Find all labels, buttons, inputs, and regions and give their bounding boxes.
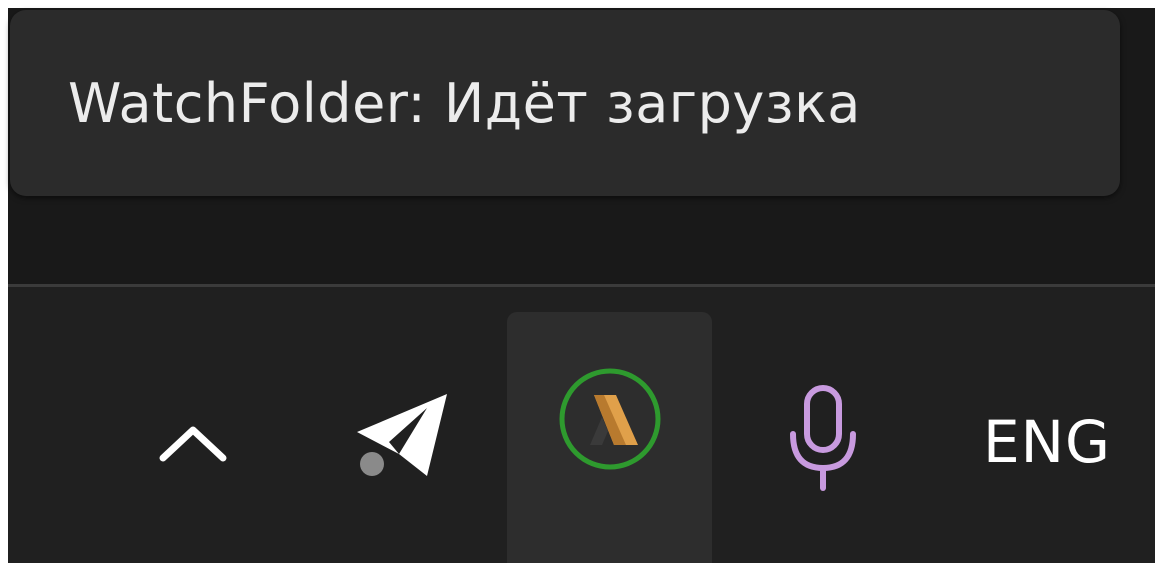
language-label: ENG xyxy=(983,408,1111,476)
taskbar: ENG xyxy=(8,284,1155,563)
telegram-icon xyxy=(357,394,447,476)
tooltip-text: WatchFolder: Идёт загрузка xyxy=(68,71,861,135)
watchfolder-tray-button[interactable] xyxy=(507,312,712,563)
microphone-tray-button[interactable] xyxy=(768,377,878,502)
show-hidden-icons-button[interactable] xyxy=(138,392,248,492)
chevron-up-icon xyxy=(159,426,227,462)
telegram-tray-button[interactable] xyxy=(338,375,458,495)
microphone-icon xyxy=(790,385,856,491)
tray-tooltip: WatchFolder: Идёт загрузка xyxy=(10,10,1120,196)
input-language-indicator[interactable]: ENG xyxy=(983,397,1153,487)
watchfolder-app-icon xyxy=(559,368,660,470)
screenshot-root: WatchFolder: Идёт загрузка ENG xyxy=(0,0,1155,563)
